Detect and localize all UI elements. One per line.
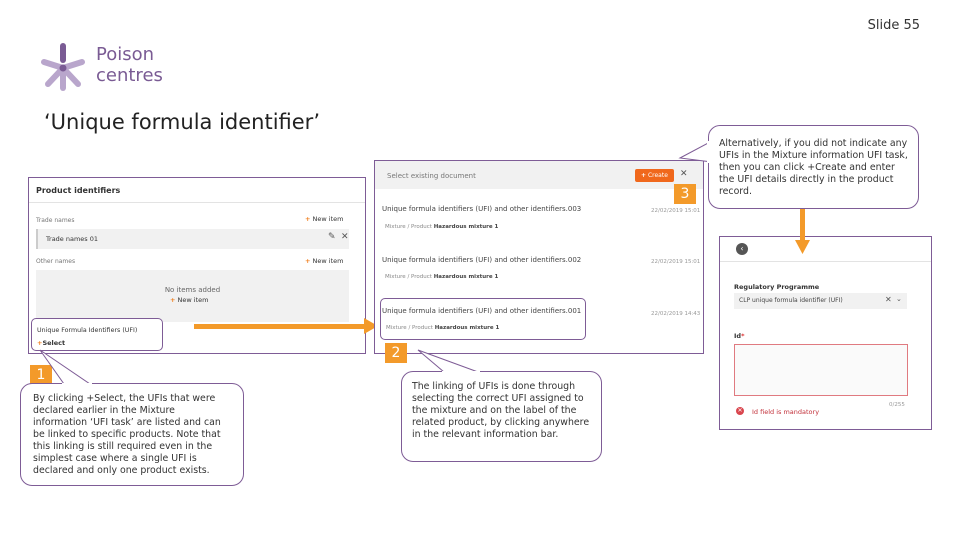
callout-1: By clicking +Select, the UFIs that were …	[20, 383, 244, 486]
tail-blend	[707, 141, 710, 163]
callout-3: Alternatively, if you did not indicate a…	[708, 125, 919, 209]
tail-blend	[62, 383, 92, 385]
tail-blend	[442, 371, 480, 373]
callout-2: The linking of UFIs is done through sele…	[401, 371, 602, 462]
